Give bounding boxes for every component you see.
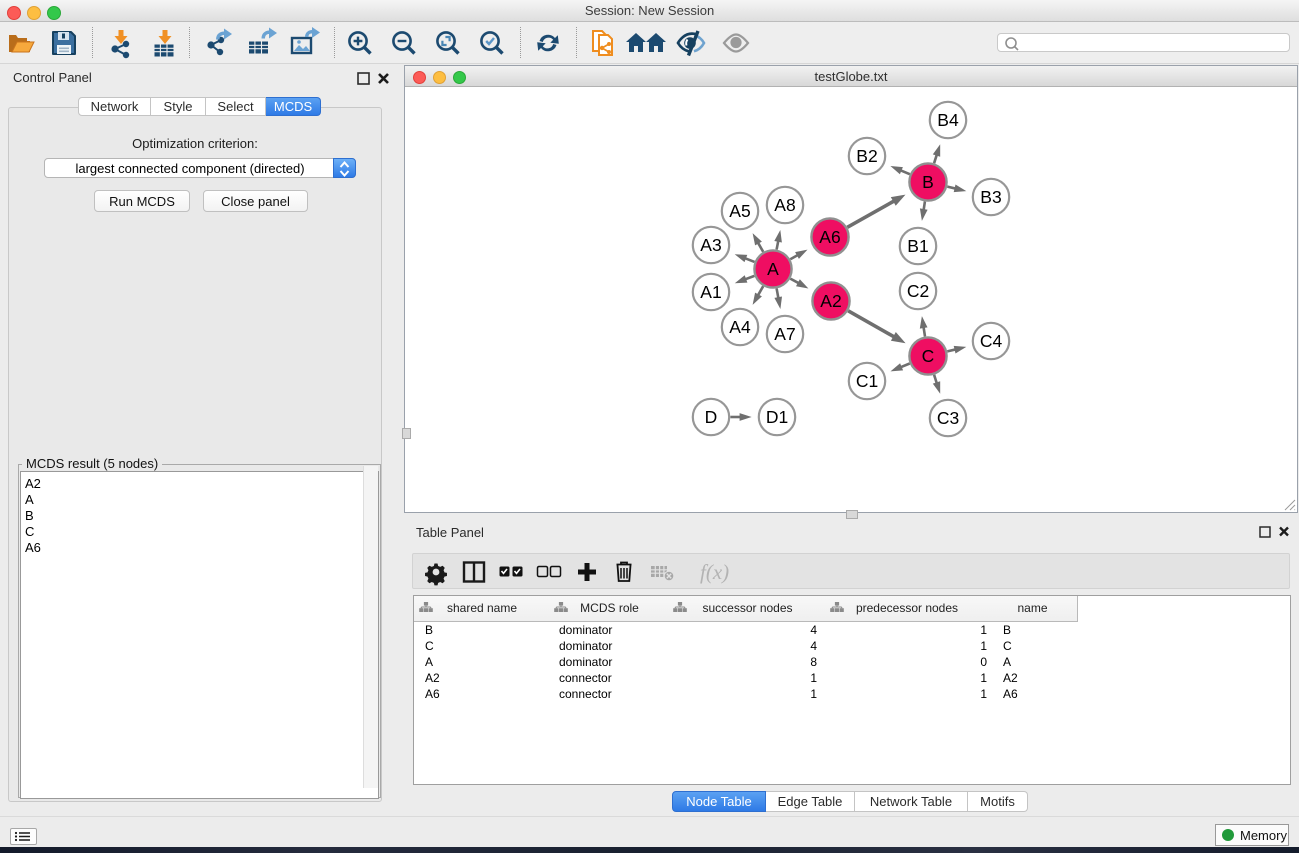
svg-text:C: C xyxy=(922,346,935,366)
svg-text:f(x): f(x) xyxy=(700,560,729,584)
svg-text:B4: B4 xyxy=(937,110,959,130)
svg-text:B: B xyxy=(922,172,934,192)
svg-text:A4: A4 xyxy=(729,317,751,337)
svg-text:A6: A6 xyxy=(819,227,840,247)
svg-text:A3: A3 xyxy=(700,235,721,255)
svg-text:D1: D1 xyxy=(766,407,788,427)
svg-text:B2: B2 xyxy=(856,146,877,166)
svg-text:A: A xyxy=(767,259,779,279)
svg-text:A1: A1 xyxy=(700,282,721,302)
svg-text:C1: C1 xyxy=(856,371,878,391)
svg-text:C3: C3 xyxy=(937,408,959,428)
svg-text:D: D xyxy=(705,407,718,427)
svg-text:B1: B1 xyxy=(907,236,928,256)
svg-text:A2: A2 xyxy=(820,291,841,311)
svg-text:A8: A8 xyxy=(774,195,795,215)
svg-text:C4: C4 xyxy=(980,331,1003,351)
svg-text:A5: A5 xyxy=(729,201,750,221)
svg-text:A7: A7 xyxy=(774,324,795,344)
svg-text:C2: C2 xyxy=(907,281,929,301)
svg-text:B3: B3 xyxy=(980,187,1001,207)
